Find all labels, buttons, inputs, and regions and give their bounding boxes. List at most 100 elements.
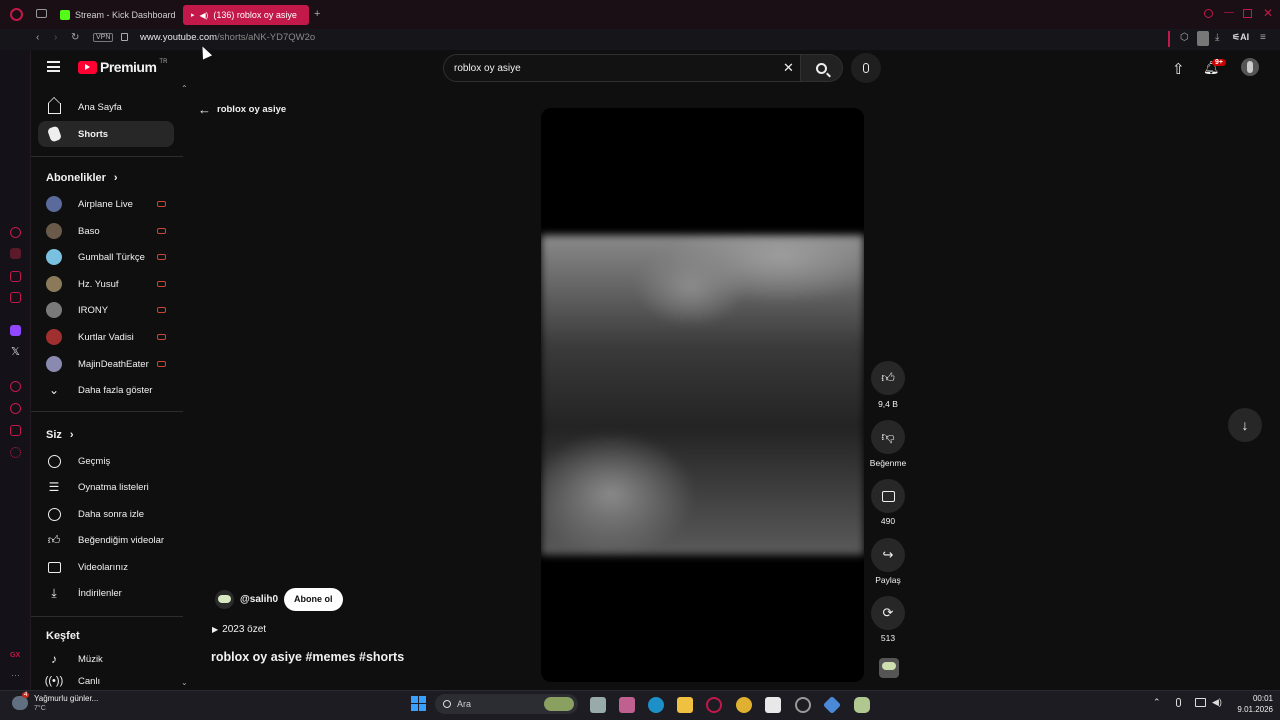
search-tabs-icon[interactable]	[1204, 9, 1213, 18]
speed-dial-icon[interactable]	[10, 227, 21, 238]
sidebar-item-downloads[interactable]: ⤓ İndirilenler	[38, 580, 174, 606]
subscription-item[interactable]: IRONY	[38, 297, 174, 323]
settings-icon[interactable]	[10, 447, 21, 458]
subscription-item[interactable]: Airplane Live	[38, 191, 174, 217]
taskbar-search[interactable]: Ara	[435, 694, 578, 714]
mic-tray-icon[interactable]	[1176, 698, 1181, 707]
channel-avatar[interactable]	[215, 590, 234, 609]
ai-button[interactable]: ⚟AI	[1232, 32, 1249, 43]
restore-button[interactable]	[1243, 9, 1252, 18]
dislike-button[interactable]: 👎︎	[871, 420, 905, 454]
voice-search-button[interactable]	[851, 53, 881, 83]
subscription-item[interactable]: MajinDeathEater	[38, 351, 174, 377]
aria-icon[interactable]	[10, 248, 21, 259]
shorts-video-player[interactable]	[541, 108, 864, 682]
sidebar-item-live[interactable]: ((•)) Canlı	[38, 672, 174, 690]
history-icon[interactable]	[10, 403, 21, 414]
sidebar-divider	[31, 156, 183, 157]
reload-icon[interactable]: ↻	[71, 33, 79, 43]
comments-button[interactable]	[871, 479, 905, 513]
sidebar-item-shorts[interactable]: Shorts	[38, 121, 174, 147]
channel-handle[interactable]: @salih0	[240, 594, 278, 605]
twitch-icon[interactable]	[10, 325, 21, 336]
subscription-item[interactable]: Kurtlar Vadisi	[38, 324, 174, 350]
clock-time[interactable]: 00:01	[1243, 694, 1273, 703]
chrome-icon[interactable]	[736, 697, 752, 713]
sidebar-item-playlists[interactable]: ☰ Oynatma listeleri	[38, 474, 174, 500]
extensions-icon[interactable]: ⬡	[1180, 33, 1189, 43]
sidebar-item-history[interactable]: Geçmiş	[38, 448, 174, 474]
url-path[interactable]: /shorts/aNK-YD7QW2o	[217, 32, 315, 43]
widgets-icon[interactable]	[619, 697, 635, 713]
more-icon[interactable]: ···	[11, 670, 20, 680]
messenger-icon[interactable]	[10, 271, 21, 282]
remix-button[interactable]: ⟳	[871, 596, 905, 630]
weather-title[interactable]: Yağmurlu günler...	[34, 694, 98, 703]
task-view-icon[interactable]	[590, 697, 606, 713]
chevron-down-icon: ⌄	[48, 383, 60, 397]
avatar[interactable]	[1241, 58, 1259, 76]
subscribe-button[interactable]: Abone ol	[284, 588, 343, 611]
easy-setup-icon[interactable]: ≡	[1260, 33, 1266, 43]
like-button[interactable]: 👍︎	[871, 361, 905, 395]
edge-icon[interactable]	[648, 697, 664, 713]
gx-icon[interactable]: GX	[10, 652, 20, 659]
sidebar-item-liked-videos[interactable]: 👍︎ Beğendiğim videolar	[38, 527, 174, 553]
x-twitter-icon[interactable]: 𝕏	[11, 345, 20, 358]
sidebar-panel-toggle[interactable]	[1168, 31, 1170, 47]
sound-avatar[interactable]	[879, 658, 899, 678]
minimize-button[interactable]: —	[1224, 8, 1234, 18]
subscription-item[interactable]: Hz. Yusuf	[38, 271, 174, 297]
sidebar-scroll-down-icon[interactable]: ⌄	[181, 678, 188, 687]
store-icon[interactable]	[765, 697, 781, 713]
subscription-item[interactable]: Gumball Türkçe	[38, 244, 174, 270]
you-header[interactable]: Siz ›	[46, 429, 74, 441]
player-icon[interactable]	[10, 381, 21, 392]
search-box[interactable]: ✕	[443, 54, 801, 82]
back-icon[interactable]: ‹	[36, 33, 39, 43]
workspaces-icon[interactable]	[36, 9, 47, 18]
new-tab-button[interactable]: +	[314, 9, 320, 20]
sidebar-item-watch-later[interactable]: Daha sonra izle	[38, 501, 174, 527]
share-button[interactable]: ↪	[871, 538, 905, 572]
next-short-button[interactable]: ↓	[1228, 408, 1262, 442]
gmail-icon[interactable]	[10, 292, 21, 303]
file-explorer-icon[interactable]	[677, 697, 693, 713]
short-title[interactable]: roblox oy asiye #memes #shorts	[211, 650, 404, 664]
speaker-icon[interactable]: ◀)	[200, 11, 209, 20]
extensions-rail-icon[interactable]	[10, 425, 21, 436]
close-window-button[interactable]: ✕	[1263, 7, 1273, 19]
app-icon[interactable]	[795, 697, 811, 713]
search-input[interactable]	[454, 59, 754, 77]
sidebar-item-home[interactable]: Ana Sayfa	[38, 94, 174, 120]
download-icon[interactable]: ⤓	[1215, 33, 1219, 43]
opera-gx-icon[interactable]	[706, 697, 722, 713]
windows-start-icon[interactable]	[411, 696, 426, 711]
lock-icon[interactable]	[121, 33, 128, 41]
vpn-badge[interactable]: VPN	[93, 33, 114, 42]
sidebar-item-music[interactable]: ♪ Müzik	[38, 646, 174, 672]
subscriptions-header[interactable]: Abonelikler ›	[46, 172, 118, 184]
sidebar-scroll-up-icon[interactable]: ⌃	[181, 84, 188, 93]
opera-logo-icon[interactable]	[10, 8, 23, 21]
profile-icon[interactable]	[1197, 31, 1209, 46]
upload-icon[interactable]: ⇧	[1172, 60, 1185, 78]
summary-toggle[interactable]: ▶ 2023 özet	[212, 624, 266, 635]
tab-kick-dashboard[interactable]: Stream - Kick Dashboard	[52, 5, 184, 25]
clear-search-icon[interactable]: ✕	[783, 60, 794, 76]
back-to-search[interactable]: ← roblox oy asiye	[198, 102, 286, 117]
forward-icon[interactable]: ›	[54, 33, 57, 43]
display-tray-icon[interactable]	[1195, 698, 1206, 707]
tab-youtube[interactable]: ▸ ◀) (136) roblox oy asiye	[183, 5, 309, 25]
live-broadcast-icon: ((•))	[44, 675, 64, 687]
url-host[interactable]: www.youtube.com	[140, 32, 217, 43]
tray-overflow-icon[interactable]: ⌃	[1153, 697, 1161, 708]
clock-date[interactable]: 9.01.2026	[1226, 705, 1273, 714]
volume-tray-icon[interactable]: ◀)	[1212, 697, 1222, 708]
app-icon-green[interactable]	[854, 697, 870, 713]
show-more-button[interactable]: ⌄ Daha fazla göster	[38, 377, 174, 403]
weather-icon[interactable]	[12, 696, 28, 710]
sidebar-item-your-videos[interactable]: Videolarınız	[38, 554, 174, 580]
search-button[interactable]	[801, 54, 843, 82]
subscription-item[interactable]: Baso	[38, 218, 174, 244]
